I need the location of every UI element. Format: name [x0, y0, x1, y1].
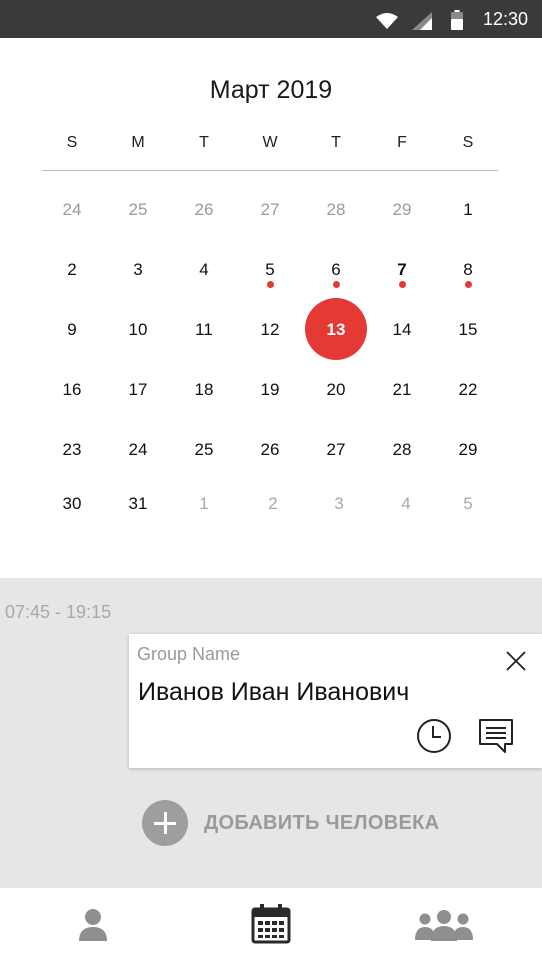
calendar-day[interactable]: 31: [118, 494, 158, 514]
clock-icon[interactable]: [415, 717, 453, 760]
calendar-day-selected[interactable]: 13: [316, 320, 356, 340]
calendar-day[interactable]: 26: [250, 440, 290, 460]
calendar-day[interactable]: 3: [319, 494, 359, 514]
calendar-day[interactable]: 1: [448, 200, 488, 220]
calendar-day[interactable]: 9: [52, 320, 92, 340]
calendar-day[interactable]: 28: [382, 440, 422, 460]
calendar-day[interactable]: 22: [448, 380, 488, 400]
weekday-label: F: [397, 134, 407, 151]
battery-icon: [451, 10, 463, 35]
calendar-day[interactable]: 5: [448, 494, 488, 514]
calendar: Март 2019 S M T W T F S 24 25 26 27 28 2…: [0, 38, 542, 578]
calendar-day[interactable]: 29: [448, 440, 488, 460]
calendar-day[interactable]: 24: [52, 200, 92, 220]
calendar-day[interactable]: 19: [250, 380, 290, 400]
status-time: 12:30: [482, 9, 528, 29]
weekday-label: S: [66, 134, 78, 151]
person-name: Иванов Иван Иванович: [138, 678, 410, 706]
calendar-day[interactable]: 21: [382, 380, 422, 400]
calendar-day[interactable]: 28: [316, 200, 356, 220]
person-icon[interactable]: [78, 906, 108, 947]
calendar-day[interactable]: 29: [382, 200, 422, 220]
calendar-day[interactable]: 17: [118, 380, 158, 400]
calendar-day[interactable]: 14: [382, 320, 422, 340]
calendar-day[interactable]: 4: [184, 260, 224, 280]
calendar-day[interactable]: 8: [448, 260, 488, 280]
weekday-label: T: [199, 134, 209, 151]
weekday-label: T: [331, 134, 341, 151]
add-person-button[interactable]: ДОБАВИТЬ ЧЕЛОВЕКА: [142, 800, 439, 846]
plus-icon: [142, 800, 188, 846]
calendar-day[interactable]: 2: [253, 494, 293, 514]
calendar-day[interactable]: 30: [52, 494, 92, 514]
calendar-day[interactable]: 6: [316, 260, 356, 280]
calendar-day[interactable]: 20: [316, 380, 356, 400]
calendar-day[interactable]: 11: [184, 320, 224, 340]
event-dot: [465, 281, 472, 288]
calendar-day[interactable]: 23: [52, 440, 92, 460]
calendar-icon[interactable]: [251, 904, 291, 949]
weekday-label: M: [131, 134, 145, 151]
weekday-label: W: [262, 134, 278, 151]
calendar-day[interactable]: 12: [250, 320, 290, 340]
wifi-icon: [376, 12, 398, 35]
calendar-day[interactable]: 25: [184, 440, 224, 460]
calendar-day[interactable]: 4: [386, 494, 426, 514]
calendar-day[interactable]: 7: [382, 260, 422, 280]
calendar-day[interactable]: 1: [184, 494, 224, 514]
close-icon[interactable]: [504, 649, 528, 673]
schedule-panel: 07:45 - 19:15 Group Name Иванов Иван Ива…: [0, 578, 542, 888]
event-dot: [267, 281, 274, 288]
message-icon[interactable]: [477, 717, 515, 760]
group-name: Group Name: [137, 644, 241, 664]
event-dot: [333, 281, 340, 288]
calendar-day[interactable]: 16: [52, 380, 92, 400]
calendar-day[interactable]: 25: [118, 200, 158, 220]
calendar-day[interactable]: 3: [118, 260, 158, 280]
status-bar: 12:30: [0, 0, 542, 38]
add-person-label: ДОБАВИТЬ ЧЕЛОВЕКА: [204, 811, 440, 834]
calendar-day[interactable]: 27: [250, 200, 290, 220]
calendar-day[interactable]: 26: [184, 200, 224, 220]
calendar-day[interactable]: 5: [250, 260, 290, 280]
person-card[interactable]: Group Name Иванов Иван Иванович: [129, 634, 542, 768]
calendar-day[interactable]: 15: [448, 320, 488, 340]
group-icon[interactable]: [415, 910, 473, 947]
calendar-day[interactable]: 2: [52, 260, 92, 280]
calendar-day[interactable]: 18: [184, 380, 224, 400]
bottom-navigation: [0, 888, 542, 969]
cell-signal-icon: [412, 12, 432, 35]
calendar-day[interactable]: 27: [316, 440, 356, 460]
event-dot: [399, 281, 406, 288]
calendar-divider: [42, 170, 498, 171]
time-range: 07:45 - 19:15: [5, 602, 112, 622]
month-title: Март 2019: [209, 76, 333, 104]
weekday-label: S: [462, 134, 474, 151]
calendar-day[interactable]: 10: [118, 320, 158, 340]
calendar-day[interactable]: 24: [118, 440, 158, 460]
